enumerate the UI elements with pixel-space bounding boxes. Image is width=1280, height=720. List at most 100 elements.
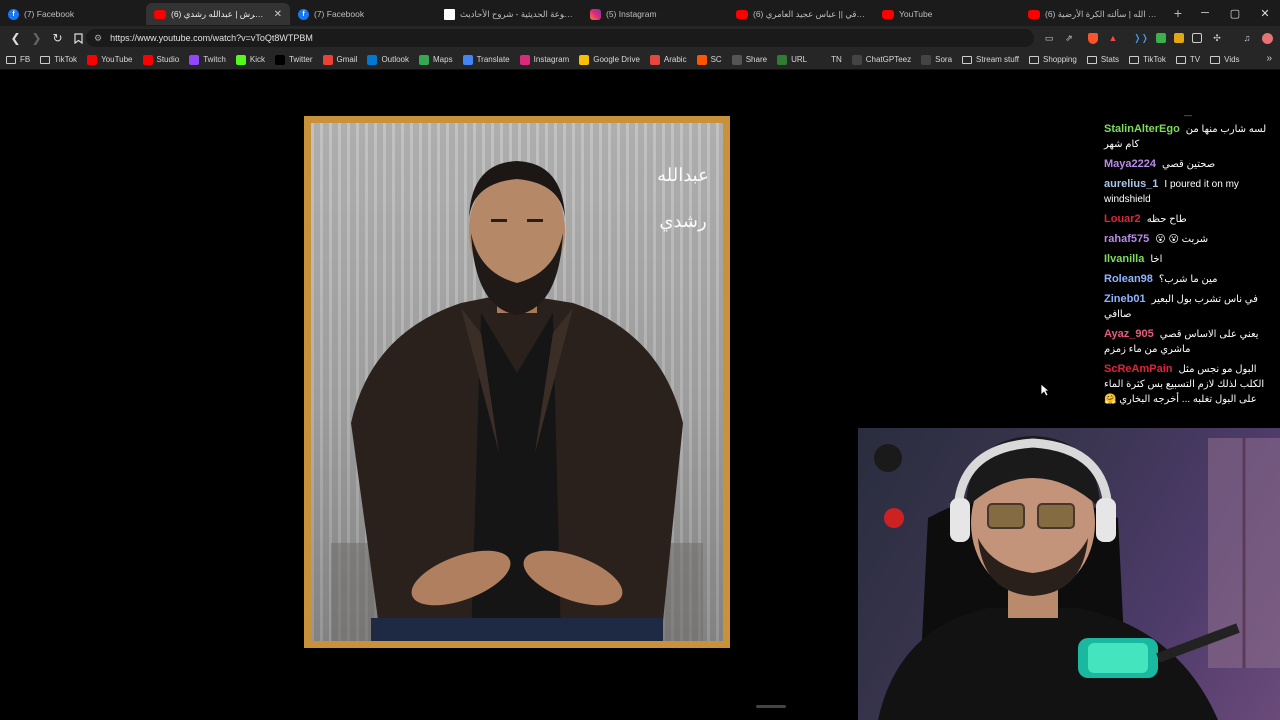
- bookmark-item[interactable]: Stats: [1086, 55, 1119, 64]
- cast-icon[interactable]: ▭: [1042, 30, 1056, 46]
- extensions-puzzle-icon[interactable]: ✣: [1210, 30, 1224, 46]
- instagram-icon: [519, 54, 530, 65]
- bookmark-item[interactable]: Outlook: [367, 54, 409, 65]
- bookmark-item[interactable]: Kick: [235, 54, 265, 65]
- chat-username[interactable]: Ilvanilla: [1104, 253, 1144, 265]
- chat-username[interactable]: StalinAlterEgo: [1104, 123, 1180, 135]
- folder-icon: [1210, 55, 1221, 64]
- bookmark-label: Studio: [156, 55, 180, 64]
- extension-icon-2[interactable]: [1154, 30, 1168, 46]
- instagram-icon: [590, 8, 601, 20]
- outlook-icon: [367, 54, 378, 65]
- browser-tab[interactable]: (6) سفره إلى الله | سألته الكرة الأرضية: [1020, 3, 1168, 25]
- close-tab-icon[interactable]: ✕: [274, 9, 282, 20]
- bookmark-item[interactable]: URL: [777, 54, 807, 65]
- browser-tab[interactable]: (6) اجمل ساقي || عباس عجيد العامري: [728, 3, 874, 25]
- bookmark-item[interactable]: Vids: [1210, 55, 1240, 64]
- reload-icon[interactable]: ↻: [48, 28, 67, 48]
- new-tab-button[interactable]: +: [1168, 5, 1188, 21]
- chat-message: Ayaz_905 يعني على الاساس قصي ماشري من ماء…: [1104, 327, 1272, 357]
- bookmark-item[interactable]: Gmail: [322, 54, 357, 65]
- share-page-icon[interactable]: ⇗: [1062, 30, 1076, 46]
- chat-username[interactable]: ScReAmPain: [1104, 363, 1172, 375]
- extension-icon-1[interactable]: ❭❭: [1133, 30, 1148, 46]
- chat-username[interactable]: Maya2224: [1104, 158, 1156, 170]
- browser-tab[interactable]: f (7) Facebook: [290, 3, 436, 25]
- bookmark-item[interactable]: Twitter: [274, 54, 313, 65]
- browser-tab[interactable]: f (7) Facebook: [0, 3, 146, 25]
- video-content: عبدالله رشدي: [311, 123, 723, 641]
- close-window-icon[interactable]: ✕: [1250, 0, 1280, 26]
- rewards-icon[interactable]: ▲: [1106, 30, 1120, 46]
- bookmark-item[interactable]: Instagram: [519, 54, 569, 65]
- chat-username[interactable]: Rolean98: [1104, 273, 1153, 285]
- horizontal-scrollbar[interactable]: [0, 705, 858, 709]
- chat-top-mark: —: [1184, 111, 1192, 120]
- bookmark-item[interactable]: Sora: [921, 54, 953, 65]
- streamer-webcam: [858, 428, 1280, 720]
- chat-text: اخا: [1150, 254, 1163, 265]
- bookmark-item[interactable]: Stream stuff: [962, 55, 1019, 64]
- chat-message: StalinAlterEgo لسه شارب منها من كام شهر: [1104, 122, 1272, 152]
- maximize-icon[interactable]: ▢: [1220, 0, 1250, 26]
- back-icon[interactable]: ❮: [6, 28, 25, 48]
- chat-message: Louar2 طاح حظه: [1104, 212, 1272, 227]
- bookmarks-list: FB TikTok YouTube Studio Twitch Kick Twitter Gm…: [6, 54, 1250, 65]
- tab-title: (7) Facebook: [24, 9, 75, 19]
- extension-icon-3[interactable]: [1172, 30, 1186, 46]
- bookmark-item[interactable]: FB: [6, 55, 30, 64]
- chat-username[interactable]: aurelius_1: [1104, 178, 1158, 190]
- video-player[interactable]: عبدالله رشدي: [304, 116, 730, 648]
- profile-avatar[interactable]: [1260, 30, 1274, 46]
- address-bar[interactable]: ⚙ https://www.youtube.com/watch?v=vToQt8…: [86, 29, 1034, 47]
- bookmark-item[interactable]: Twitch: [189, 54, 226, 65]
- page-icon: [444, 8, 455, 20]
- bookmark-label: Twitter: [288, 55, 313, 64]
- bookmark-item[interactable]: Maps: [419, 54, 453, 65]
- bookmark-item[interactable]: SC: [696, 54, 722, 65]
- site-info-icon[interactable]: ⚙: [94, 33, 102, 44]
- bookmark-label: Sora: [935, 55, 953, 64]
- tab-title: (6) سفره إلى الله | سألته الكرة الأرضية: [1045, 8, 1160, 19]
- bookmark-item[interactable]: Translate: [462, 54, 510, 65]
- bookmark-label: Shopping: [1043, 55, 1077, 64]
- chat-username[interactable]: Zineb01: [1104, 293, 1146, 305]
- browser-tab[interactable]: (5) Instagram: [582, 3, 728, 25]
- bookmark-item[interactable]: Shopping: [1029, 55, 1077, 64]
- brave-shield-icon[interactable]: [1086, 30, 1100, 46]
- bookmark-label: Stream stuff: [976, 55, 1020, 64]
- scrollbar-thumb[interactable]: [756, 705, 786, 708]
- bookmark-item[interactable]: TikTok: [1129, 55, 1166, 64]
- bookmark-item[interactable]: ChatGPTeez: [851, 54, 911, 65]
- bookmark-item[interactable]: Share: [731, 54, 767, 65]
- chat-username[interactable]: rahaf575: [1104, 233, 1149, 245]
- bookmark-item[interactable]: TN: [817, 55, 842, 65]
- youtube-icon: [736, 9, 748, 19]
- bookmarks-overflow-icon[interactable]: »: [1266, 53, 1272, 64]
- media-control-icon[interactable]: ♫: [1240, 30, 1254, 46]
- youtube-icon: [154, 9, 166, 19]
- forward-icon[interactable]: ❯: [27, 28, 46, 48]
- sora-icon: [921, 54, 932, 65]
- bookmark-label: Vids: [1224, 55, 1240, 64]
- window-controls: ─ ▢ ✕: [1190, 0, 1280, 26]
- bookmark-item[interactable]: Studio: [142, 54, 180, 65]
- extension-icon-4[interactable]: [1190, 30, 1204, 46]
- bookmark-item[interactable]: Arabic: [649, 54, 687, 65]
- bookmark-item[interactable]: YouTube: [87, 54, 133, 65]
- bookmark-item[interactable]: TikTok: [40, 55, 77, 64]
- chat-message: Ilvanilla اخا: [1104, 252, 1272, 267]
- kick-icon: [235, 54, 246, 65]
- bookmark-item[interactable]: TV: [1175, 55, 1200, 64]
- browser-tab[interactable]: الموسوعة الحديثية - شروح الأحاديث: [436, 3, 582, 25]
- browser-tab[interactable]: (6) تبرير التحرش | عبدالله رشدي ✕: [146, 3, 290, 25]
- chat-username[interactable]: Louar2: [1104, 213, 1141, 225]
- chat-message: Rolean98 مين ما شرب؟: [1104, 272, 1272, 287]
- chat-username[interactable]: Ayaz_905: [1104, 328, 1154, 340]
- browser-tab[interactable]: YouTube: [874, 3, 1020, 25]
- chat-message: ScReAmPain البول مو نجس مثل الكلب لذلك لا…: [1104, 362, 1272, 407]
- bookmark-item[interactable]: Google Drive: [579, 54, 640, 65]
- minimize-icon[interactable]: ─: [1190, 0, 1220, 26]
- facebook-icon: f: [8, 8, 19, 20]
- bookmark-label: FB: [20, 55, 31, 64]
